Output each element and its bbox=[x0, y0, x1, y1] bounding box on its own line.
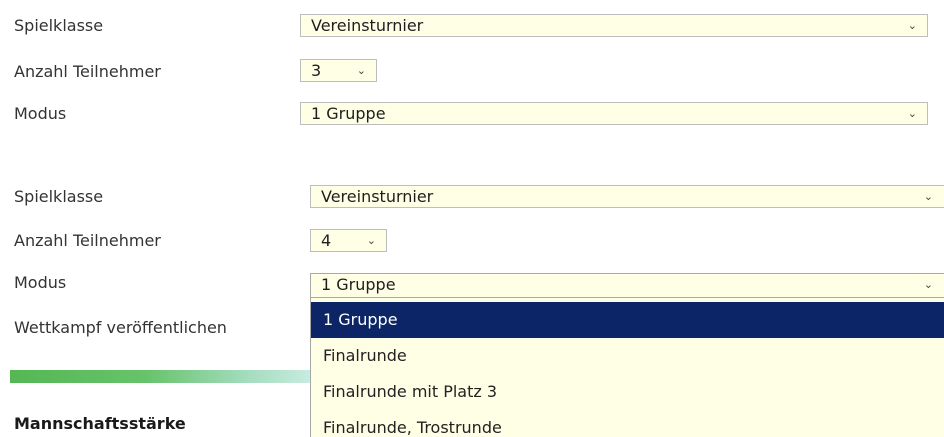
spielklasse-label: Spielklasse bbox=[14, 16, 104, 35]
teilnehmer-select[interactable]: 3 ⌄ bbox=[300, 59, 377, 82]
chevron-down-icon: ⌄ bbox=[923, 190, 933, 203]
chevron-down-icon: ⌄ bbox=[366, 234, 376, 247]
modus-label-2: Modus bbox=[14, 273, 67, 292]
publish-label: Wettkampf veröffentlichen bbox=[14, 318, 227, 337]
spielklasse-select-2[interactable]: Vereinsturnier ⌄ bbox=[310, 185, 944, 208]
teilnehmer-label: Anzahl Teilnehmer bbox=[14, 62, 161, 81]
dropdown-option[interactable]: 1 Gruppe bbox=[311, 302, 944, 338]
chevron-down-icon: ⌄ bbox=[907, 107, 917, 120]
teilnehmer-value-2: 4 bbox=[321, 231, 332, 250]
modus-dropdown-list: 1 Gruppe Finalrunde Finalrunde mit Platz… bbox=[310, 298, 944, 437]
section-heading: Mannschaftsstärke bbox=[14, 414, 186, 433]
spielklasse-label-2: Spielklasse bbox=[14, 187, 104, 206]
chevron-down-icon: ⌄ bbox=[923, 278, 933, 291]
section-divider-bar bbox=[10, 370, 310, 383]
dropdown-option[interactable]: Finalrunde mit Platz 3 bbox=[311, 374, 944, 410]
modus-label: Modus bbox=[14, 104, 67, 123]
modus-select[interactable]: 1 Gruppe ⌄ bbox=[300, 102, 928, 125]
spielklasse-select[interactable]: Vereinsturnier ⌄ bbox=[300, 14, 928, 37]
modus-value: 1 Gruppe bbox=[311, 104, 386, 123]
spielklasse-value: Vereinsturnier bbox=[311, 16, 424, 35]
teilnehmer-select-2[interactable]: 4 ⌄ bbox=[310, 229, 387, 252]
modus-value-2: 1 Gruppe bbox=[321, 275, 396, 294]
spielklasse-value-2: Vereinsturnier bbox=[321, 187, 434, 206]
modus-select-2[interactable]: 1 Gruppe ⌄ bbox=[310, 273, 944, 298]
teilnehmer-label-2: Anzahl Teilnehmer bbox=[14, 231, 161, 250]
chevron-down-icon: ⌄ bbox=[356, 64, 366, 77]
dropdown-option[interactable]: Finalrunde, Trostrunde bbox=[311, 410, 944, 437]
dropdown-option[interactable]: Finalrunde bbox=[311, 338, 944, 374]
teilnehmer-value: 3 bbox=[311, 61, 322, 80]
chevron-down-icon: ⌄ bbox=[907, 19, 917, 32]
